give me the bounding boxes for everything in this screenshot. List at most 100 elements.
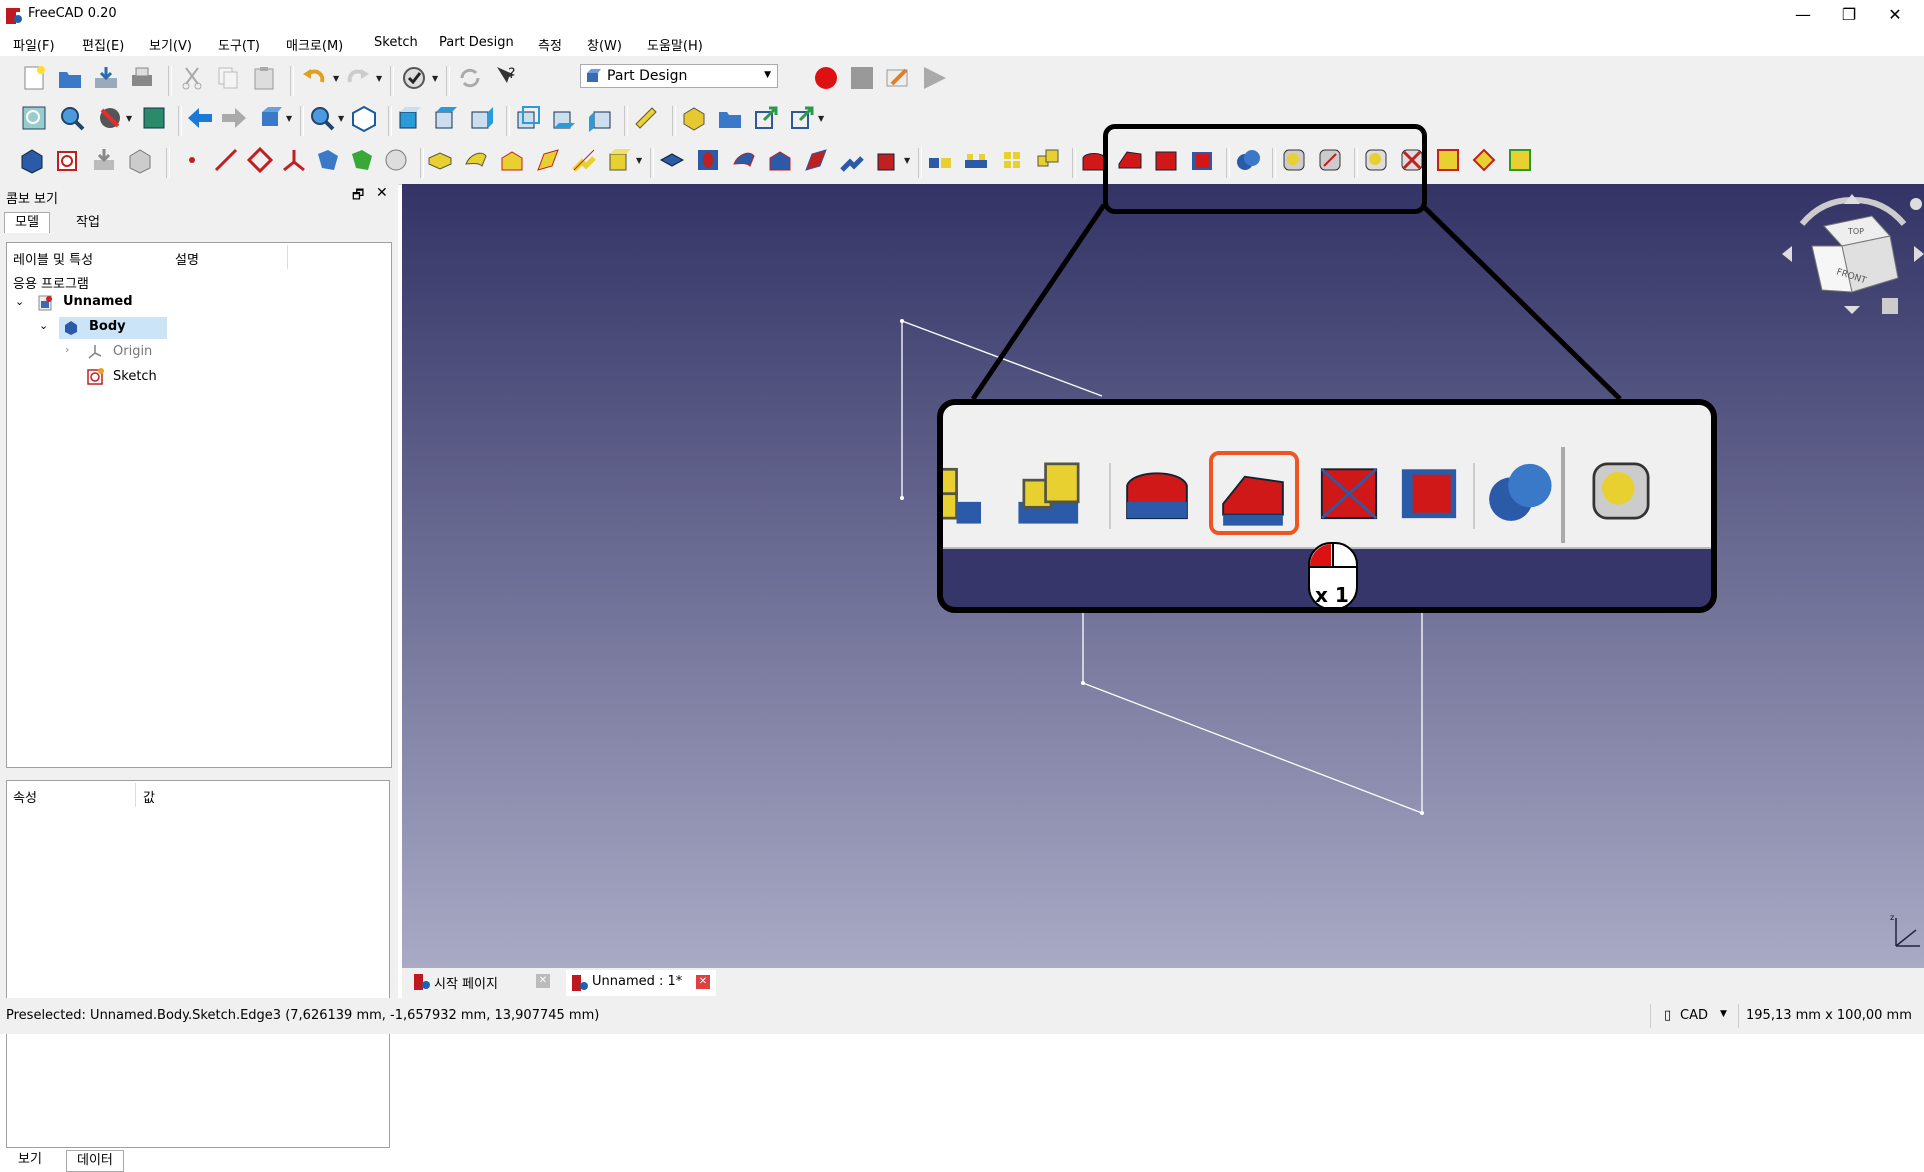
measure-toggle-delta-icon[interactable] [1506, 146, 1534, 174]
navigation-cube[interactable]: TOP FRONT [1782, 194, 1924, 329]
sync-view-icon[interactable] [256, 104, 284, 132]
clone-icon[interactable] [126, 146, 154, 174]
float-panel-icon[interactable]: 🗗 [352, 186, 364, 208]
macro-edit-icon[interactable] [884, 64, 912, 92]
hole-icon[interactable] [694, 146, 722, 174]
navigation-style-selector[interactable]: CAD [1680, 1008, 1708, 1023]
bounding-box-icon[interactable] [140, 104, 168, 132]
view-rear-icon[interactable] [514, 104, 542, 132]
validate-sketch-icon[interactable] [90, 146, 118, 174]
shape-binder-icon[interactable] [314, 146, 342, 174]
menu-macro[interactable]: 매크로(M) [286, 35, 343, 54]
paste-icon[interactable] [250, 64, 278, 92]
fit-all-icon[interactable] [20, 104, 48, 132]
copy-icon[interactable] [214, 64, 242, 92]
undo-icon[interactable] [300, 64, 328, 92]
menu-file[interactable]: 파일(F) [13, 35, 55, 54]
fit-selection-icon[interactable] [58, 104, 86, 132]
whats-this-icon[interactable]: ? [492, 64, 520, 92]
new-document-icon[interactable] [20, 64, 48, 92]
tree-item-sketch[interactable]: Sketch [113, 369, 157, 384]
tab-start-page[interactable]: 시작 페이지 ✕ [410, 970, 560, 994]
back-arrow-icon[interactable] [186, 104, 214, 132]
pad-icon[interactable] [426, 146, 454, 174]
create-part-icon[interactable] [680, 104, 708, 132]
subtractive-loft-icon[interactable] [766, 146, 794, 174]
create-sketch-icon[interactable] [54, 146, 82, 174]
menu-edit[interactable]: 편집(E) [82, 35, 124, 54]
view-left-icon[interactable] [586, 104, 614, 132]
view-bottom-icon[interactable] [550, 104, 578, 132]
close-tab-icon[interactable]: ✕ [536, 974, 550, 988]
macro-record-icon[interactable] [812, 64, 840, 92]
additive-primitive-icon[interactable] [606, 146, 634, 174]
sub-object-shape-icon[interactable] [382, 146, 410, 174]
save-icon[interactable] [92, 64, 120, 92]
print-icon[interactable] [128, 64, 156, 92]
redo-icon[interactable] [344, 64, 372, 92]
view-right-icon[interactable] [468, 104, 496, 132]
restore-button[interactable]: ❐ [1826, 0, 1872, 32]
create-body-icon[interactable] [18, 146, 46, 174]
datum-plane-icon[interactable] [246, 146, 274, 174]
tree-item-body[interactable]: Body [89, 319, 126, 334]
measure-toggle-all-icon[interactable] [1434, 146, 1462, 174]
additive-helix-icon[interactable] [570, 146, 598, 174]
menu-sketch[interactable]: Sketch [374, 35, 418, 50]
link-actions-icon[interactable] [788, 104, 816, 132]
pocket-icon[interactable] [658, 146, 686, 174]
menu-help[interactable]: 도움말(H) [647, 35, 703, 54]
multitransform-icon[interactable] [1034, 146, 1062, 174]
link-make-icon[interactable] [752, 104, 780, 132]
subshape-binder-icon[interactable] [348, 146, 376, 174]
additive-pipe-icon[interactable] [534, 146, 562, 174]
cut-icon[interactable] [178, 64, 206, 92]
tab-model[interactable]: 모델 [4, 212, 50, 233]
measure-distance-icon[interactable] [632, 104, 660, 132]
collapse-chevron-icon[interactable]: › [65, 343, 69, 356]
macro-play-icon[interactable] [920, 64, 948, 92]
expand-chevron-icon[interactable]: ⌄ [39, 319, 48, 332]
linear-pattern-icon[interactable] [962, 146, 990, 174]
refresh-check-icon[interactable] [400, 64, 428, 92]
subtractive-helix-icon[interactable] [838, 146, 866, 174]
view-front-icon[interactable] [396, 104, 424, 132]
create-group-icon[interactable] [716, 104, 744, 132]
close-tab-icon[interactable]: ✕ [696, 975, 710, 989]
draw-style-icon[interactable] [96, 104, 124, 132]
minimize-button[interactable]: — [1780, 0, 1826, 32]
datum-point-icon[interactable] [178, 146, 206, 174]
tree-item-unnamed[interactable]: Unnamed [63, 294, 133, 309]
expand-chevron-icon[interactable]: ⌄ [15, 295, 24, 308]
tab-data[interactable]: 데이터 [66, 1150, 124, 1172]
chevron-down-icon[interactable]: ▼ [1720, 1009, 1727, 1019]
tab-unnamed[interactable]: Unnamed : 1* ✕ [566, 970, 716, 996]
close-window-button[interactable]: ✕ [1872, 0, 1918, 32]
menu-measure[interactable]: 측정 [538, 35, 562, 54]
chamfer-zoom-icon[interactable] [1215, 455, 1291, 531]
measure-toggle-3d-icon[interactable] [1470, 146, 1498, 174]
forward-arrow-icon[interactable] [220, 104, 248, 132]
tab-view[interactable]: 보기 [8, 1150, 52, 1170]
local-coordinate-system-icon[interactable] [280, 146, 308, 174]
view-isometric-icon[interactable] [350, 104, 378, 132]
mirrored-icon[interactable] [926, 146, 954, 174]
menu-window[interactable]: 창(W) [587, 35, 622, 54]
datum-line-icon[interactable] [212, 146, 240, 174]
menu-part-design[interactable]: Part Design [439, 35, 514, 50]
menu-tools[interactable]: 도구(T) [218, 35, 260, 54]
revolution-icon[interactable] [462, 146, 490, 174]
menu-view[interactable]: 보기(V) [149, 35, 192, 54]
close-panel-icon[interactable]: ✕ [376, 185, 388, 201]
tab-tasks[interactable]: 작업 [66, 213, 110, 233]
subtractive-primitive-icon[interactable] [874, 146, 902, 174]
open-folder-icon[interactable] [56, 64, 84, 92]
workbench-selector[interactable]: Part Design ▼ [580, 64, 778, 88]
subtractive-pipe-icon[interactable] [802, 146, 830, 174]
tree-item-origin[interactable]: Origin [113, 344, 152, 359]
recompute-icon[interactable] [456, 64, 484, 92]
view-top-icon[interactable] [432, 104, 460, 132]
macro-stop-icon[interactable] [848, 64, 876, 92]
additive-loft-icon[interactable] [498, 146, 526, 174]
groove-icon[interactable] [730, 146, 758, 174]
